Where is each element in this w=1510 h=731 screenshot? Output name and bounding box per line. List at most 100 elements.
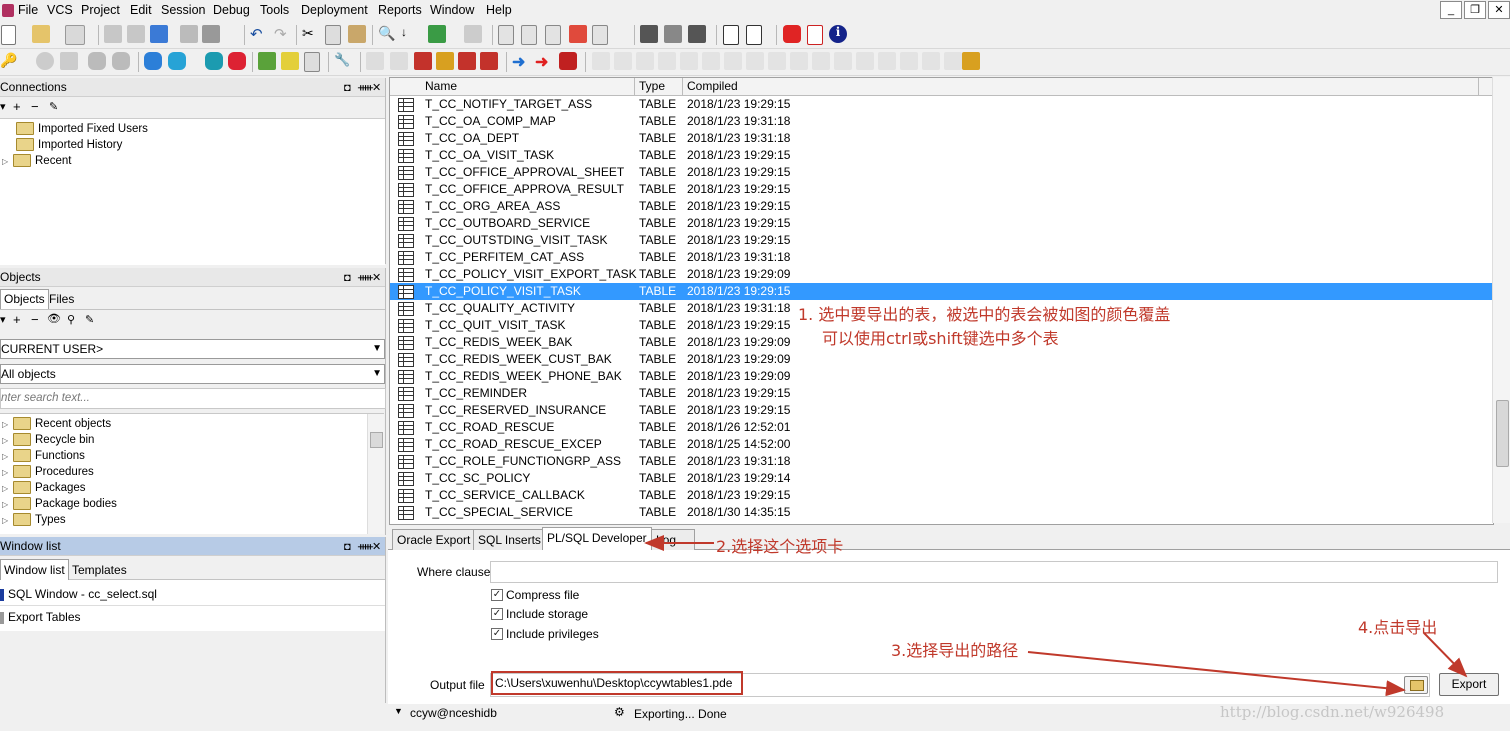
table-row[interactable]: T_CC_REDIS_WEEK_PHONE_BAK TABLE 2018/1/23 … xyxy=(390,368,1493,385)
menu-deployment[interactable]: Deployment xyxy=(301,3,368,17)
tile-windows-icon[interactable] xyxy=(746,25,762,45)
save-icon[interactable] xyxy=(104,25,122,43)
open-folder-icon[interactable] xyxy=(32,25,50,43)
panel-minimize-icon[interactable]: ◘ xyxy=(344,79,351,97)
print-icon[interactable] xyxy=(65,25,85,45)
key-icon[interactable]: 🔑 xyxy=(0,52,18,70)
tree-item-recent-objects[interactable]: ▷ Recent objects xyxy=(2,416,111,432)
panel-close-icon[interactable]: ✕ xyxy=(372,538,381,556)
arrow-right-red-icon[interactable]: ➜ xyxy=(535,52,553,71)
tab-log[interactable]: Log xyxy=(651,529,695,550)
execute-icon[interactable] xyxy=(428,25,446,43)
dbg-8-icon[interactable] xyxy=(746,52,764,70)
info-icon[interactable]: i xyxy=(829,25,847,43)
describe-icon[interactable] xyxy=(688,25,706,43)
notes-icon[interactable] xyxy=(281,52,299,70)
column-header-compiled[interactable]: Compiled xyxy=(687,79,738,93)
expand-icon[interactable]: ▷ xyxy=(2,497,10,513)
include-privileges-checkbox[interactable]: ✓ xyxy=(491,628,503,640)
column-header-name[interactable]: Name xyxy=(425,79,457,93)
add-icon[interactable]: + xyxy=(13,312,21,327)
expand-icon[interactable]: ▷ xyxy=(2,513,10,529)
tab-oracle-export[interactable]: Oracle Export xyxy=(392,529,476,550)
edit-connection-icon[interactable]: ✎ xyxy=(49,100,58,113)
expand-icon[interactable]: ▷ xyxy=(2,449,10,465)
oracle-icon[interactable] xyxy=(783,25,801,43)
unindent-icon[interactable] xyxy=(521,25,537,45)
remove-icon[interactable]: − xyxy=(31,99,39,114)
undo-icon[interactable]: ↶ xyxy=(250,25,268,43)
dbg-7-icon[interactable] xyxy=(724,52,742,70)
dbg-4-icon[interactable] xyxy=(658,52,676,70)
lock-icon[interactable] xyxy=(962,52,980,70)
explain-plan-icon[interactable] xyxy=(664,25,682,43)
disconnect-icon[interactable] xyxy=(228,52,246,70)
format-icon[interactable] xyxy=(592,25,608,45)
sql-database-icon[interactable] xyxy=(168,52,186,70)
menu-tools[interactable]: Tools xyxy=(260,3,289,17)
panel-minimize-icon[interactable]: ◘ xyxy=(344,269,351,287)
tree-item-types[interactable]: ▷ Types xyxy=(2,512,66,528)
tool-f-icon[interactable] xyxy=(480,52,498,70)
remove-icon[interactable]: − xyxy=(31,312,39,327)
table-row[interactable]: T_CC_RESERVED_INSURANCE TABLE 2018/1/23 19… xyxy=(390,402,1493,419)
dbg-15-icon[interactable] xyxy=(900,52,918,70)
dbg-11-icon[interactable] xyxy=(812,52,830,70)
table-row[interactable]: T_CC_SC_POLICY TABLE 2018/1/23 19:29:14 xyxy=(390,470,1493,487)
table-row[interactable]: T_CC_OA_COMP_MAP TABLE 2018/1/23 19:31:18 xyxy=(390,113,1493,130)
find-next-icon[interactable]: ↓ xyxy=(401,25,419,43)
menu-project[interactable]: Project xyxy=(81,3,120,17)
wrench-icon[interactable]: 🔧 xyxy=(334,52,352,70)
dbg-1-icon[interactable] xyxy=(592,52,610,70)
user-combo[interactable]: CURRENT USER> ▼ xyxy=(0,339,385,359)
tab-plsql-developer[interactable]: PL/SQL Developer xyxy=(542,527,652,550)
table-row[interactable]: T_CC_OA_VISIT_TASK TABLE 2018/1/23 19:29:1… xyxy=(390,147,1493,164)
table-row[interactable]: T_CC_ROAD_RESCUE_EXCEP TABLE 2018/1/25 14:… xyxy=(390,436,1493,453)
table-row[interactable]: T_CC_OUTBOARD_SERVICE TABLE 2018/1/23 19:2… xyxy=(390,215,1493,232)
panel-pin-icon[interactable]: ᚔ xyxy=(358,269,373,287)
dbg-3-icon[interactable] xyxy=(636,52,654,70)
table-row[interactable]: T_CC_ROLE_FUNCTIONGRP_ASS TABLE 2018/1/23 … xyxy=(390,453,1493,470)
dbg-10-icon[interactable] xyxy=(790,52,808,70)
save-all-icon[interactable] xyxy=(127,25,145,43)
dbg-13-icon[interactable] xyxy=(856,52,874,70)
menu-vcs[interactable]: VCS xyxy=(47,3,73,17)
connections-menu-icon[interactable]: ▾ xyxy=(0,100,6,113)
table-row[interactable]: T_CC_OFFICE_APPROVA_RESULT TABLE 2018/1/23… xyxy=(390,181,1493,198)
table-row[interactable]: T_CC_SERVICE_CALLBACK TABLE 2018/1/23 19:2… xyxy=(390,487,1493,504)
binoculars-icon[interactable]: 👁 xyxy=(47,312,61,325)
panel-pin-icon[interactable]: ᚔ xyxy=(358,538,373,556)
copy-icon[interactable] xyxy=(325,25,341,45)
table-row[interactable]: T_CC_PERFITEM_CAT_ASS TABLE 2018/1/23 19:3… xyxy=(390,249,1493,266)
compress-file-checkbox[interactable]: ✓ xyxy=(491,589,503,601)
database-icon[interactable] xyxy=(144,52,162,70)
where-clause-input[interactable] xyxy=(490,561,1498,583)
table-row[interactable]: T_CC_OUTSTDING_VISIT_TASK TABLE 2018/1/23 … xyxy=(390,232,1493,249)
pdf-icon[interactable] xyxy=(807,25,823,45)
tree-item-procedures[interactable]: ▷ Procedures xyxy=(2,464,94,480)
column-header-type[interactable]: Type xyxy=(639,79,665,93)
tab-objects[interactable]: Objects xyxy=(0,289,49,309)
object-filter-combo[interactable]: All objects ▼ xyxy=(0,364,385,384)
commit-icon[interactable] xyxy=(88,52,106,70)
add-icon[interactable]: + xyxy=(13,99,21,114)
tree-item-recent[interactable]: ▷ Recent xyxy=(2,153,71,169)
tree-item-recycle-bin[interactable]: ▷ Recycle bin xyxy=(2,432,94,448)
table-row[interactable]: T_CC_POLICY_VISIT_EXPORT_TASK TABLE 2018/1… xyxy=(390,266,1493,283)
menu-file[interactable]: File xyxy=(18,3,38,17)
browse-folder-button[interactable] xyxy=(1404,676,1428,694)
edit-filter-icon[interactable]: ✎ xyxy=(85,313,94,326)
dbg-14-icon[interactable] xyxy=(878,52,896,70)
save-copy-icon[interactable] xyxy=(150,25,168,43)
tab-templates[interactable]: Templates xyxy=(72,560,127,580)
table-row[interactable]: T_CC_REDIS_WEEK_CUST_BAK TABLE 2018/1/23 1… xyxy=(390,351,1493,368)
expand-icon[interactable]: ▷ xyxy=(2,433,10,449)
panel-close-icon[interactable]: ✕ xyxy=(372,269,381,287)
expand-icon[interactable]: ▷ xyxy=(2,465,10,481)
print-preview-icon[interactable] xyxy=(180,25,198,43)
table-row[interactable]: T_CC_NOTIFY_TARGET_ASS TABLE 2018/1/23 19:… xyxy=(390,96,1493,113)
indent-icon[interactable] xyxy=(498,25,514,45)
table-row[interactable]: T_CC_ROAD_RESCUE TABLE 2018/1/26 12:52:01 xyxy=(390,419,1493,436)
gear-icon[interactable] xyxy=(36,52,54,70)
table-row[interactable]: T_CC_REMINDER TABLE 2018/1/23 19:29:15 xyxy=(390,385,1493,402)
